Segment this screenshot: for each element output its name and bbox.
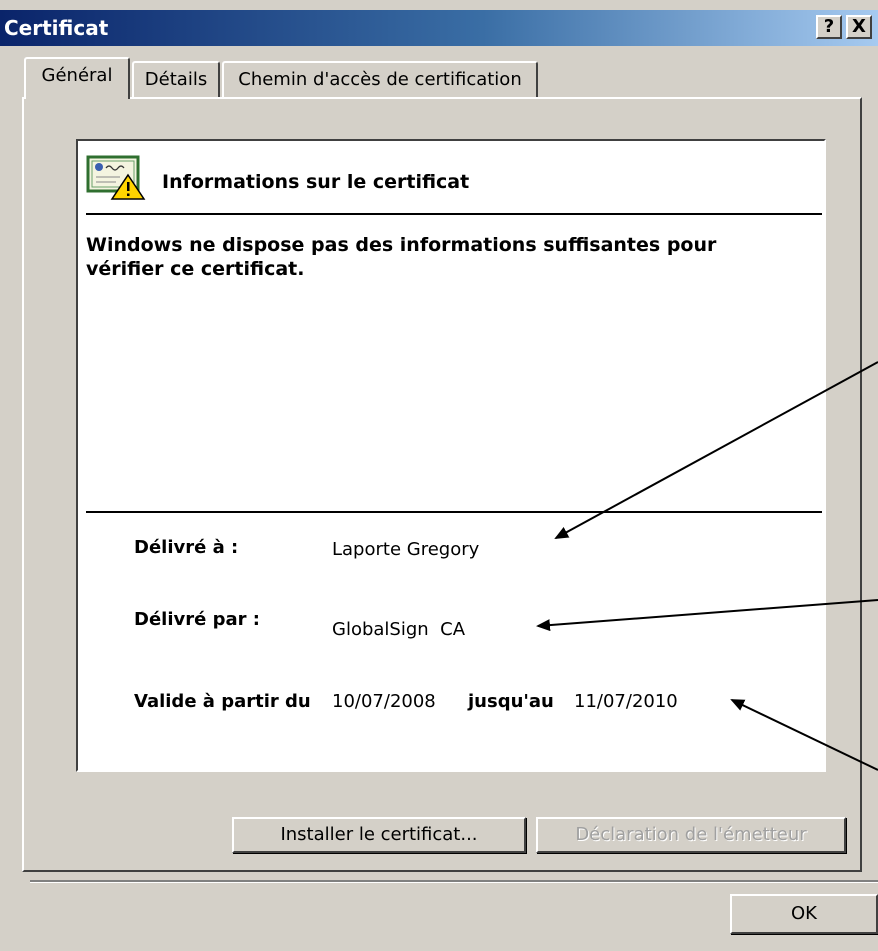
details-divider: [86, 511, 822, 513]
valid-to-value: 11/07/2010: [574, 691, 678, 712]
tab-details[interactable]: Détails: [132, 61, 220, 97]
issued-by-value: GlobalSign CA: [332, 619, 466, 640]
certificate-dialog: Certificat ? X Général Détails Chemin d'…: [0, 0, 878, 951]
install-certificate-button[interactable]: Installer le certificat...: [232, 817, 526, 853]
valid-from-label: Valide à partir du: [134, 691, 311, 712]
certificate-info-box: Informations sur le certificat Windows n…: [76, 139, 826, 772]
tab-certification-path[interactable]: Chemin d'accès de certification: [222, 61, 538, 97]
title-divider: [86, 213, 822, 215]
issued-to-value: Laporte Gregory: [332, 539, 480, 560]
ok-button[interactable]: OK: [730, 894, 878, 934]
tab-general[interactable]: Général: [24, 57, 130, 99]
general-tab-panel: Informations sur le certificat Windows n…: [22, 97, 862, 872]
info-title: Informations sur le certificat: [162, 171, 470, 193]
warning-line-1: Windows ne dispose pas des informations …: [86, 234, 717, 256]
warning-message: Windows ne dispose pas des informations …: [86, 233, 786, 281]
certificate-warning-icon: [86, 155, 146, 200]
valid-from-value: 10/07/2008: [332, 691, 436, 712]
bottom-divider: [30, 880, 878, 883]
valid-to-label: jusqu'au: [468, 691, 554, 712]
close-button[interactable]: X: [846, 15, 872, 39]
issued-to-label: Délivré à :: [134, 537, 239, 558]
warning-line-2: vérifier ce certificat.: [86, 258, 305, 280]
issued-by-label: Délivré par :: [134, 609, 260, 630]
help-button[interactable]: ?: [816, 15, 842, 39]
title-bar[interactable]: Certificat ? X: [0, 10, 878, 46]
issuer-statement-button[interactable]: Déclaration de l'émetteur: [536, 817, 846, 853]
window-title: Certificat: [4, 16, 109, 40]
